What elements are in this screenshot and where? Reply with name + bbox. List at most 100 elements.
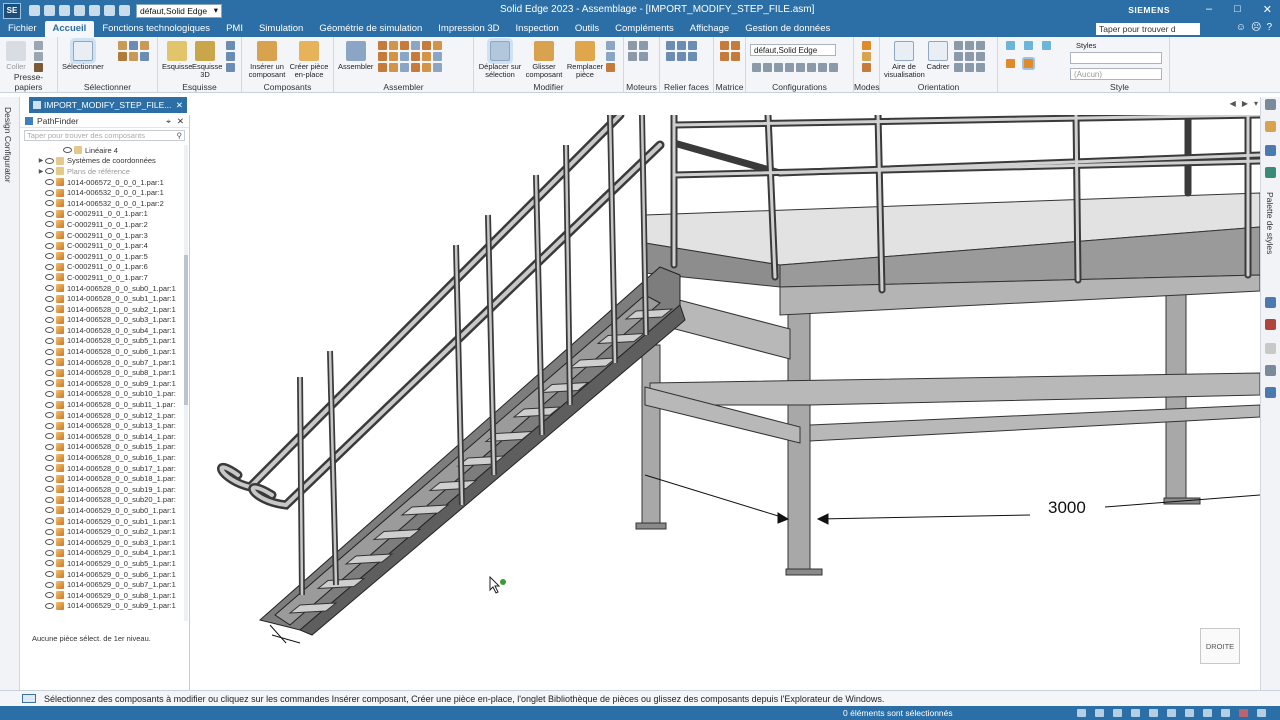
tree-item[interactable]: 1014-006529_0_0_sub5_1.par:1 (20, 558, 184, 569)
tree-item[interactable]: 1014-006528_0_0_sub0_1.par:1 (20, 283, 184, 294)
help-panel-icon[interactable] (1265, 145, 1276, 156)
match-coord-icon[interactable] (411, 63, 420, 72)
smile-icon[interactable]: ☺ (1236, 22, 1246, 33)
undo-icon[interactable] (89, 5, 100, 16)
visibility-eye-icon[interactable] (45, 581, 54, 588)
section-status-icon[interactable] (1185, 709, 1194, 717)
select-body-icon[interactable] (140, 41, 149, 50)
doc-style-select[interactable]: défaut,Solid Edge ▾ (136, 3, 222, 18)
show-all-icon[interactable] (807, 63, 816, 72)
tree-item[interactable]: 1014-006528_0_0_sub9_1.par:1 (20, 378, 184, 389)
tree-item[interactable]: 1014-006529_0_0_sub4_1.par:1 (20, 548, 184, 559)
tab-fichier[interactable]: Fichier (0, 21, 45, 37)
tree-item[interactable]: ▶ Systèmes de coordonnées (20, 156, 184, 167)
help-icon[interactable]: ? (1266, 22, 1272, 33)
tree-scrollbar[interactable] (184, 145, 188, 621)
rotate-icon[interactable] (976, 41, 985, 50)
tree-item[interactable]: C-0002911_0_0_1.par:6 (20, 262, 184, 273)
copy-icon[interactable] (34, 52, 43, 61)
tree-item[interactable]: 1014-006528_0_0_sub17_1.par: (20, 463, 184, 474)
link-icon[interactable] (1265, 343, 1276, 354)
sketch-button[interactable]: Esquisse (162, 41, 192, 71)
visibility-eye-icon[interactable] (45, 443, 54, 450)
tree-item[interactable]: 1014-006572_0_0_0_1.par:1 (20, 177, 184, 188)
tab-list-icon[interactable]: ▾ (1254, 99, 1258, 108)
view-area-button[interactable]: Aire de visualisation (884, 41, 925, 79)
visibility-eye-icon[interactable] (45, 496, 54, 503)
visibility-eye-icon[interactable] (45, 200, 54, 207)
format-painter-icon[interactable] (34, 63, 43, 72)
tab-prev-icon[interactable]: ◀ (1230, 99, 1236, 108)
mode-option-icon[interactable] (862, 63, 871, 72)
visibility-eye-icon[interactable] (45, 486, 54, 493)
visibility-eye-icon[interactable] (45, 602, 54, 609)
tree-item[interactable]: 1014-006528_0_0_sub10_1.par: (20, 389, 184, 400)
select-hidden-icon[interactable] (129, 52, 138, 61)
replace-part-button[interactable]: Remplacer pièce (566, 41, 604, 79)
tree-item[interactable]: 1014-006528_0_0_sub8_1.par:1 (20, 367, 184, 378)
pattern-display-icon[interactable] (829, 63, 838, 72)
visibility-eye-icon[interactable] (45, 168, 54, 175)
disperse-icon[interactable] (606, 52, 615, 61)
move-on-selection-button[interactable]: Déplacer sur sélection (478, 41, 522, 79)
feature-library-icon[interactable] (1265, 387, 1276, 398)
style-palette-tab[interactable]: Palette de styles (1265, 192, 1275, 254)
tab-simulation[interactable]: Simulation (251, 21, 311, 37)
material-icon[interactable] (1006, 59, 1015, 68)
visibility-eye-icon[interactable] (45, 221, 54, 228)
visibility-eye-icon[interactable] (45, 232, 54, 239)
synchronous-mode-icon[interactable] (862, 52, 871, 61)
tree-item[interactable]: 1014-006532_0_0_0_1.par:1 (20, 187, 184, 198)
close-tab-icon[interactable]: ✕ (176, 100, 183, 111)
tab-geometrie-simulation[interactable]: Géométrie de simulation (311, 21, 430, 37)
capture-fit-icon[interactable] (433, 63, 442, 72)
zoom-status-icon[interactable] (1095, 709, 1104, 717)
transfer-icon[interactable] (606, 41, 615, 50)
settings-status-icon[interactable] (1221, 709, 1230, 717)
perpendicular-icon[interactable] (688, 52, 697, 61)
tree-item[interactable]: C-0002911_0_0_1.par:2 (20, 219, 184, 230)
redo-icon[interactable] (104, 5, 115, 16)
shaded-icon[interactable] (1006, 41, 1015, 50)
tree-item[interactable]: 1014-006528_0_0_sub19_1.par: (20, 484, 184, 495)
tree-item[interactable]: 1014-006528_0_0_sub16_1.par: (20, 452, 184, 463)
frown-icon[interactable]: ☹ (1251, 22, 1261, 33)
tree-item[interactable]: 1014-006529_0_0_sub1_1.par:1 (20, 516, 184, 527)
visibility-eye-icon[interactable] (45, 263, 54, 270)
relation-assist-icon[interactable] (422, 63, 431, 72)
visibility-eye-icon[interactable] (45, 274, 54, 281)
along-curve-icon[interactable] (720, 52, 729, 61)
face-style-icon[interactable] (1024, 59, 1033, 68)
visibility-eye-icon[interactable] (45, 295, 54, 302)
circle-icon[interactable] (226, 52, 235, 61)
arc-icon[interactable] (226, 63, 235, 72)
duplicate-icon[interactable] (731, 41, 740, 50)
tree-item[interactable]: 1014-006528_0_0_sub12_1.par: (20, 410, 184, 421)
simulate-motor-icon[interactable] (639, 41, 648, 50)
parallel-icon[interactable] (422, 52, 431, 61)
tab-fonctions-technologiques[interactable]: Fonctions technologiques (94, 21, 218, 37)
create-inplace-button[interactable]: Créer pièce en-place (288, 41, 330, 79)
mate-icon[interactable] (378, 41, 387, 50)
axial-icon[interactable] (433, 41, 442, 50)
visibility-eye-icon[interactable] (45, 390, 54, 397)
fit-status-icon[interactable] (1077, 709, 1086, 717)
tree-item[interactable]: 1014-006529_0_0_sub3_1.par:1 (20, 537, 184, 548)
tangent-faces-icon[interactable] (677, 52, 686, 61)
iso-view-icon[interactable] (954, 63, 963, 72)
center-plane-icon[interactable] (400, 63, 409, 72)
motor-icon[interactable] (628, 41, 637, 50)
color-status-icon[interactable] (1203, 709, 1212, 717)
visibility-eye-icon[interactable] (45, 316, 54, 323)
close-panel-icon[interactable]: ✕ (177, 116, 184, 127)
view-cube[interactable]: DROITE (1200, 628, 1240, 664)
open-folder-icon[interactable] (44, 5, 55, 16)
visibility-eye-icon[interactable] (45, 549, 54, 556)
paste-button[interactable]: Coller (6, 41, 26, 71)
visibility-eye-icon[interactable] (45, 157, 54, 164)
tab-complements[interactable]: Compléments (607, 21, 682, 37)
visibility-eye-icon[interactable] (45, 422, 54, 429)
pin-icon[interactable]: ⌖ (166, 116, 171, 127)
coplanar-icon[interactable] (666, 41, 675, 50)
tab-gestion-donnees[interactable]: Gestion de données (737, 21, 838, 37)
